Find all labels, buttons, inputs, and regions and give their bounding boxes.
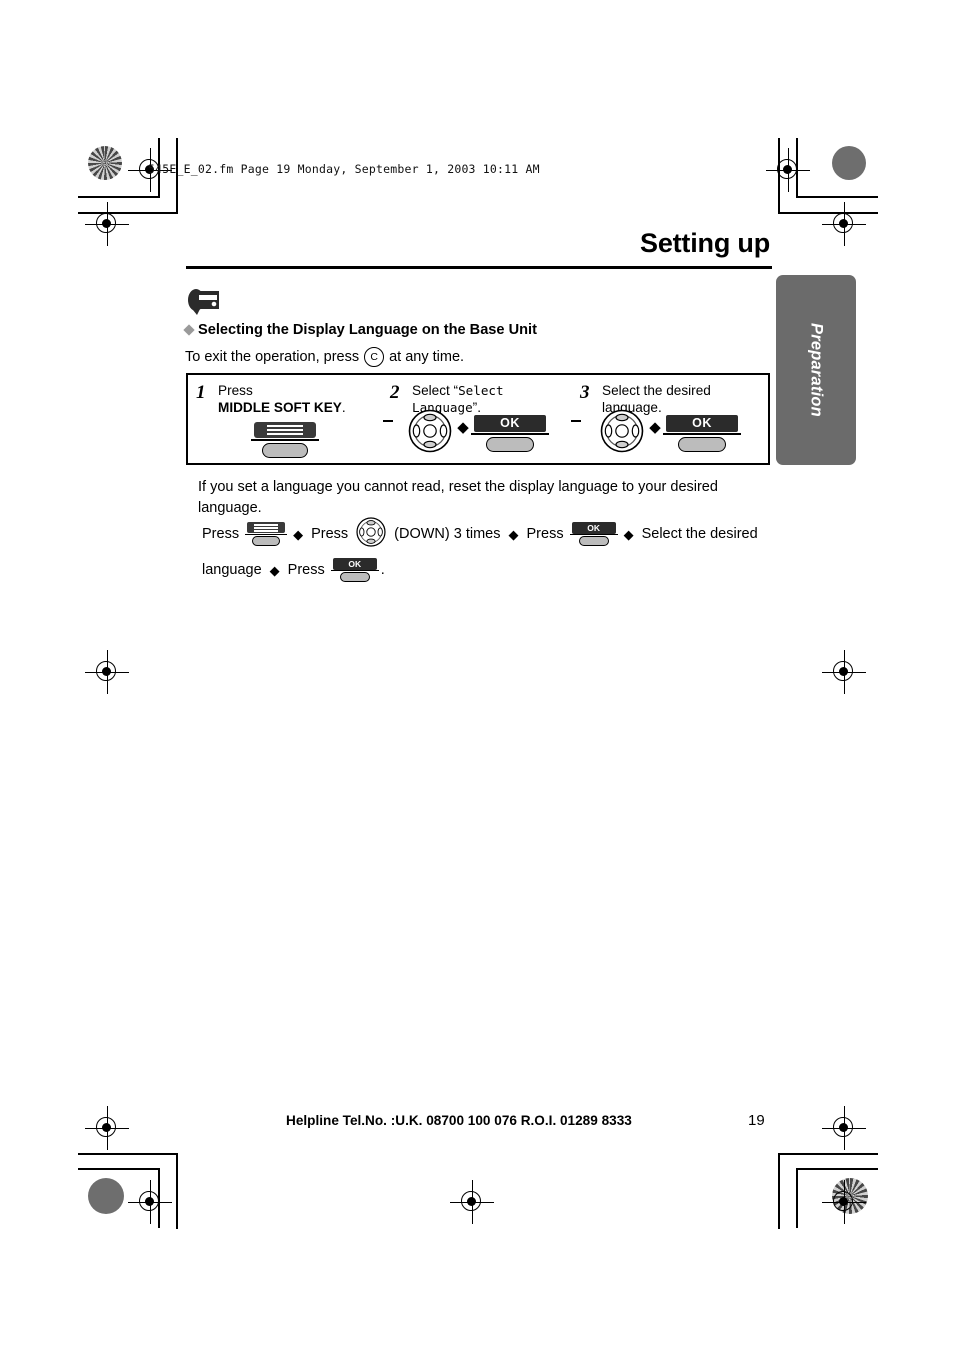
press-label: Press	[287, 562, 325, 578]
step-2: 2 Select “Select Language”. ◆ OK	[386, 375, 572, 463]
registration-mark	[85, 1106, 129, 1150]
press-label: Press	[311, 526, 349, 542]
side-tab-label: Preparation	[807, 323, 826, 417]
note-flow-row-1: Press ◆ Press (DOWN) 3 times ◆ Press OK …	[198, 517, 768, 551]
navigator-key-icon[interactable]	[356, 517, 386, 551]
step-3-icons: ◆ OK	[600, 409, 741, 458]
exit-prefix-label: To exit the operation, press	[185, 349, 360, 365]
section-heading: Selecting the Display Language on the Ba…	[183, 322, 537, 338]
flow-arrow-icon: ◆	[508, 526, 519, 542]
registration-mark	[450, 1180, 494, 1224]
ok-key-label: OK	[474, 415, 546, 433]
registration-mark	[822, 202, 866, 246]
halftone-dot	[88, 1178, 124, 1214]
halftone-dot	[832, 146, 866, 180]
ok-key-icon[interactable]: OK	[663, 415, 741, 452]
exit-instruction: To exit the operation, press C at any ti…	[185, 347, 464, 367]
ok-key-icon[interactable]: OK	[330, 557, 379, 583]
crop-mark	[796, 196, 878, 198]
exit-suffix-label: at any time.	[389, 349, 465, 365]
flow-arrow-icon: ◆	[623, 526, 634, 542]
base-unit-icon	[188, 288, 226, 316]
crop-mark	[778, 1153, 780, 1229]
ok-key-label: OK	[332, 557, 377, 570]
navigator-key-icon[interactable]	[600, 409, 644, 458]
select-desired-label: Select the desired	[641, 526, 758, 542]
middle-soft-key-icon[interactable]	[251, 422, 319, 458]
note-flow-row-2: language ◆ Press OK .	[198, 554, 768, 586]
halftone-dot	[88, 146, 122, 180]
step-3-number: 3	[580, 382, 590, 403]
ok-key-label: OK	[571, 521, 616, 534]
step-1-icons	[251, 422, 319, 458]
step-1-text: Press MIDDLE SOFT KEY.	[218, 383, 378, 416]
crop-mark	[796, 1168, 878, 1170]
side-tab-preparation: Preparation	[776, 275, 856, 465]
press-label: Press	[526, 526, 564, 542]
crop-mark	[78, 1153, 178, 1155]
crop-mark	[176, 138, 178, 214]
source-filename-header: 545E_E_02.fm Page 19 Monday, September 1…	[148, 162, 540, 176]
step-1-bold: MIDDLE SOFT KEY	[218, 399, 342, 415]
step-1-number: 1	[196, 382, 206, 403]
registration-mark	[85, 202, 129, 246]
crop-mark	[78, 1168, 160, 1170]
step-2-lead: Select “	[412, 383, 459, 398]
crop-mark	[778, 1153, 878, 1155]
step-1: 1 Press MIDDLE SOFT KEY.	[192, 375, 382, 463]
period-label: .	[380, 562, 385, 578]
note-flow: Press ◆ Press (DOWN) 3 times ◆ Press OK …	[198, 517, 768, 586]
registration-mark	[128, 1180, 172, 1224]
step-3: 3 Select the desired language. ◆ OK	[576, 375, 768, 463]
step-1-tail: .	[341, 399, 346, 415]
footer-helpline: Helpline Tel.No. :U.K. 08700 100 076 R.O…	[286, 1113, 632, 1128]
step-2-number: 2	[390, 382, 400, 403]
title-divider	[186, 266, 772, 270]
step-2-icons: ◆ OK	[408, 409, 549, 458]
ok-key-icon[interactable]: OK	[471, 415, 549, 452]
flow-arrow-icon: ◆	[269, 562, 280, 578]
navigator-key-icon[interactable]	[408, 409, 452, 458]
section-heading-label: Selecting the Display Language on the Ba…	[198, 322, 537, 338]
ok-key-icon[interactable]: OK	[569, 521, 618, 547]
crop-mark	[176, 1153, 178, 1229]
down-3-times-label: (DOWN) 3 times	[394, 526, 501, 542]
registration-mark	[85, 650, 129, 694]
press-label: Press	[202, 526, 240, 542]
diamond-bullet-icon	[183, 324, 195, 336]
page-title: Setting up	[640, 228, 770, 258]
registration-mark	[822, 1106, 866, 1150]
flow-arrow-icon: ◆	[293, 526, 304, 542]
page-number: 19	[748, 1112, 765, 1129]
registration-mark	[766, 148, 810, 192]
steps-box: 1 Press MIDDLE SOFT KEY. 2 Select “Selec…	[186, 373, 770, 465]
step-1-lead: Press	[218, 383, 253, 398]
cancel-key-icon: C	[364, 347, 385, 367]
ok-key-label: OK	[666, 415, 738, 433]
crop-mark	[78, 196, 160, 198]
registration-mark	[822, 1180, 866, 1224]
note-paragraph: If you set a language you cannot read, r…	[198, 479, 718, 516]
language-label: language	[202, 562, 262, 578]
crop-mark	[796, 1168, 798, 1228]
middle-soft-key-icon[interactable]	[245, 522, 288, 546]
registration-mark	[822, 650, 866, 694]
